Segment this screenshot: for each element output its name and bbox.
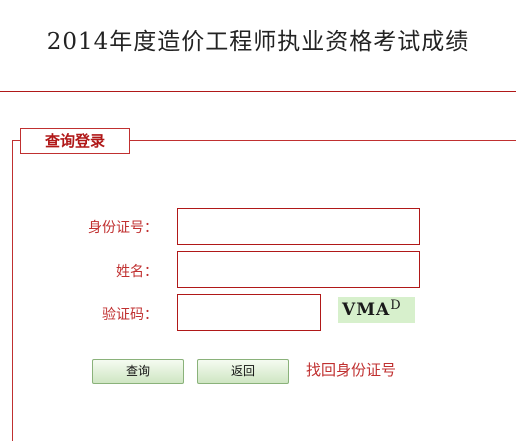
name-input[interactable]: [177, 251, 420, 288]
title-divider: [0, 91, 516, 92]
back-button[interactable]: 返回: [197, 359, 289, 384]
captcha-image[interactable]: VMAD: [338, 297, 415, 323]
captcha-text: VMAD: [342, 298, 402, 320]
name-label: 姓名：: [116, 264, 158, 280]
captcha-label: 验证码：: [102, 307, 158, 323]
query-button[interactable]: 查询: [92, 359, 184, 384]
page-title: 2014年度造价工程师执业资格考试成绩: [46, 29, 470, 55]
fieldset-legend: 查询登录: [20, 128, 130, 154]
login-fieldset: [12, 140, 516, 441]
id-number-label: 身份证号：: [88, 220, 158, 236]
find-id-link[interactable]: 找回身份证号: [306, 359, 396, 380]
id-number-input[interactable]: [177, 208, 420, 245]
captcha-input[interactable]: [177, 294, 321, 331]
